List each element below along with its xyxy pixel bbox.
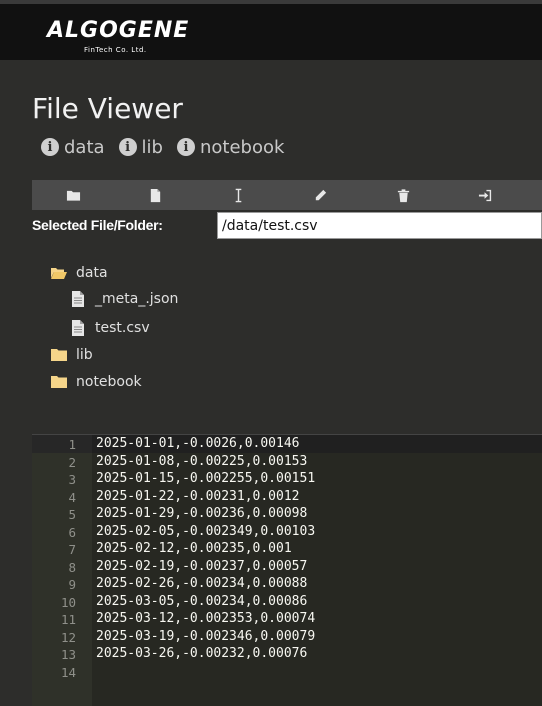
trash-icon	[397, 188, 409, 202]
info-icon: i	[176, 138, 195, 156]
shortcut-label: notebook	[199, 136, 285, 158]
code-line: 2025-02-26,-0.00234,0.00088	[96, 576, 308, 591]
line-number: 12	[60, 629, 76, 645]
line-number: 13	[60, 647, 76, 662]
file-icon	[72, 291, 84, 307]
code-line: 2025-01-29,-0.00236,0.00098	[96, 506, 308, 521]
code-line: 2025-02-05,-0.002349,0.00103	[96, 523, 316, 539]
line-number: 14	[60, 664, 76, 680]
code-line: 2025-01-22,-0.00231,0.0012	[96, 488, 300, 504]
line-number: 4	[68, 489, 76, 505]
page-title: File Viewer	[32, 92, 183, 125]
line-number: 7	[68, 542, 76, 557]
shortcut-data[interactable]: i data	[41, 137, 105, 158]
code-line: 2025-03-19,-0.002346,0.00079	[96, 628, 316, 644]
edit-button[interactable]	[280, 180, 363, 210]
sign-in-icon	[479, 189, 492, 201]
rename-button[interactable]	[197, 180, 280, 210]
open-button[interactable]	[445, 180, 528, 210]
info-icon: i	[41, 138, 59, 156]
tree-item-label: lib	[76, 347, 93, 363]
code-line: 2025-01-15,-0.002255,0.00151	[96, 471, 316, 486]
code-line: 2025-03-05,-0.00234,0.00086	[96, 593, 308, 609]
line-number: 5	[68, 507, 76, 522]
file-icon	[151, 188, 161, 202]
new-folder-button[interactable]	[32, 180, 115, 210]
tree-item-label: notebook	[76, 374, 142, 390]
brand-tagline: FinTech Co. Ltd.	[84, 46, 147, 54]
code-line: 2025-03-12,-0.002353,0.00074	[96, 611, 316, 626]
folder-open-icon	[51, 268, 67, 279]
info-icon: i	[118, 138, 137, 156]
shortcut-bar: i data i lib i notebook	[41, 135, 298, 159]
tree-item-label: data	[76, 265, 108, 281]
tree-item-label: test.csv	[95, 320, 150, 336]
selected-path-label: Selected File/Folder:	[32, 217, 163, 233]
line-number: 3	[68, 472, 76, 487]
line-number: 6	[68, 524, 76, 540]
shortcut-notebook[interactable]: i notebook	[176, 136, 285, 158]
line-number: 9	[68, 577, 76, 592]
folder-icon	[51, 349, 67, 361]
code-line: 2025-03-26,-0.00232,0.00076	[96, 646, 308, 661]
shortcut-label: data	[64, 136, 105, 158]
line-number: 1	[68, 437, 76, 452]
tree-item-label: _meta_.json	[95, 291, 179, 307]
code-line: 2025-01-08,-0.00225,0.00153	[96, 453, 308, 469]
folder-icon	[66, 190, 80, 201]
code-line: 2025-01-01,-0.0026,0.00146	[96, 436, 300, 451]
file-toolbar	[32, 180, 542, 210]
brand-name: ALGOGENE	[47, 18, 190, 43]
tree-item-notebook[interactable]: notebook	[50, 374, 142, 390]
code-line: 2025-02-12,-0.00235,0.001	[96, 541, 292, 556]
new-file-button[interactable]	[115, 180, 198, 210]
line-number: 2	[68, 454, 76, 470]
line-number: 10	[60, 594, 76, 610]
line-number: 8	[68, 559, 76, 575]
code-editor[interactable]: 1 2 3 4 5 6 7 8 9 10 11 12 13 14 2025-01…	[32, 434, 542, 706]
text-cursor-icon	[235, 188, 242, 202]
shortcut-label: lib	[141, 136, 163, 158]
tree-item-data[interactable]: data	[50, 265, 108, 281]
folder-icon	[51, 376, 67, 388]
tree-item-lib[interactable]: lib	[50, 347, 93, 363]
top-navbar: ALGOGENE FinTech Co. Ltd.	[0, 0, 542, 60]
tree-item-test-csv[interactable]: test.csv	[69, 320, 150, 336]
code-line: 2025-02-19,-0.00237,0.00057	[96, 558, 308, 574]
shortcut-lib[interactable]: i lib	[118, 136, 163, 158]
tree-item-meta-json[interactable]: _meta_.json	[69, 291, 178, 307]
delete-button[interactable]	[362, 180, 445, 210]
brand-logo[interactable]: ALGOGENE FinTech Co. Ltd.	[47, 12, 192, 60]
pencil-icon	[316, 189, 327, 200]
file-icon	[72, 320, 84, 336]
selected-path-input[interactable]	[217, 212, 542, 239]
line-number: 11	[60, 612, 76, 627]
